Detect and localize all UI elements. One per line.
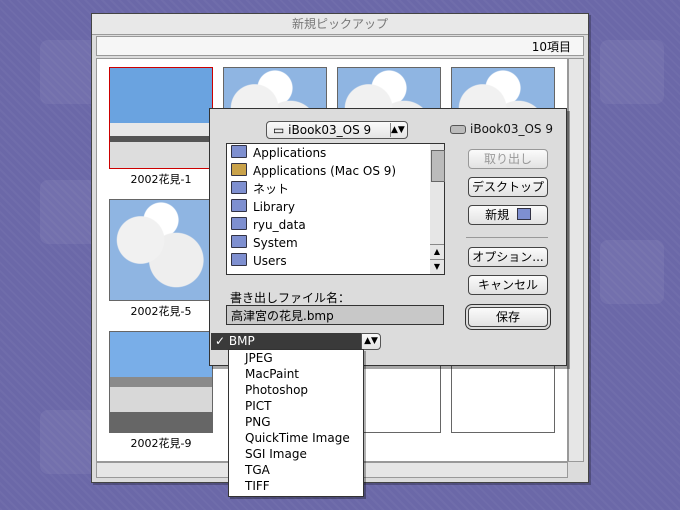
divider (466, 237, 548, 238)
save-button[interactable]: 保存 (468, 307, 548, 327)
file-list[interactable]: Applications Applications (Mac OS 9) ネット… (226, 143, 432, 275)
disk-icon (450, 125, 466, 134)
app-folder-icon (231, 163, 247, 176)
new-folder-label: 新規 (485, 208, 510, 222)
cancel-button[interactable]: キャンセル (468, 275, 548, 295)
format-selected-item[interactable]: ✓ BMP (211, 333, 361, 350)
folder-icon (231, 217, 247, 230)
list-item[interactable]: System (227, 234, 431, 252)
thumbnail-image[interactable] (451, 359, 555, 433)
thumbnail-item[interactable]: 2002花見-5 (109, 199, 213, 319)
new-folder-icon (516, 208, 531, 220)
filename-field[interactable]: 高津宮の花見.bmp (226, 305, 444, 325)
menu-item-sgi-image[interactable]: SGI Image (229, 446, 363, 462)
desktop-button[interactable]: デスクトップ (468, 177, 548, 197)
menu-item-quicktime-image[interactable]: QuickTime Image (229, 430, 363, 446)
save-dialog: ▭ iBook03_OS 9 ▲▼ iBook03_OS 9 Applicati… (209, 108, 567, 366)
thumbnail-caption: 2002花見-5 (130, 305, 192, 318)
scroll-up-icon[interactable]: ▲ (430, 244, 444, 259)
thumbnail-image[interactable] (109, 67, 213, 169)
scroll-down-icon[interactable]: ▼ (430, 259, 444, 274)
location-popup-label: iBook03_OS 9 (288, 123, 372, 137)
file-name: Applications (Mac OS 9) (253, 164, 397, 178)
menu-item-png[interactable]: PNG (229, 414, 363, 430)
folder-icon (231, 235, 247, 248)
filename-label: 書き出しファイル名： (230, 291, 351, 305)
file-list-scrollbar[interactable]: ▲ ▼ (430, 143, 445, 275)
volume-indicator: iBook03_OS 9 (450, 122, 553, 136)
popup-arrows-icon[interactable]: ▲▼ (361, 333, 381, 350)
desktop-pattern-mark (600, 240, 664, 304)
list-item[interactable]: Library (227, 198, 431, 216)
eject-button[interactable]: 取り出し (468, 149, 548, 169)
window-title[interactable]: 新規ピックアップ (92, 14, 588, 35)
list-item[interactable]: ネット (227, 180, 431, 198)
folder-icon (231, 199, 247, 212)
menu-item-pict[interactable]: PICT (229, 398, 363, 414)
item-count: 10項目 (531, 40, 571, 54)
menu-item-tiff[interactable]: TIFF (229, 478, 363, 494)
new-folder-button[interactable]: 新規 (468, 205, 548, 225)
file-name: System (253, 236, 298, 250)
menu-item-tga[interactable]: TGA (229, 462, 363, 478)
thumbnail-item[interactable] (451, 359, 555, 433)
disk-icon: ▭ (273, 123, 289, 137)
scroll-thumb[interactable] (431, 150, 445, 182)
folder-icon (231, 181, 247, 194)
folder-icon (231, 253, 247, 266)
popup-arrows-icon: ▲▼ (390, 123, 405, 137)
location-popup[interactable]: ▭ iBook03_OS 9 ▲▼ (266, 121, 408, 139)
file-name: ネット (253, 182, 290, 196)
file-name: Applications (253, 146, 327, 160)
thumbnail-item[interactable]: 2002花見-9 (109, 331, 213, 451)
thumbnail-item[interactable]: 2002花見-1 (109, 67, 213, 187)
thumbnail-image[interactable] (109, 331, 213, 433)
list-item[interactable]: ryu_data (227, 216, 431, 234)
menu-item-photoshop[interactable]: Photoshop (229, 382, 363, 398)
file-name: ryu_data (253, 218, 306, 232)
checkmark-icon: ✓ (215, 334, 226, 348)
file-name: Library (253, 200, 295, 214)
options-button[interactable]: オプション... (468, 247, 548, 267)
thumbnail-caption: 2002花見-1 (130, 173, 192, 186)
vertical-scrollbar[interactable] (568, 58, 584, 462)
desktop-pattern-mark (600, 40, 664, 104)
thumbnail-caption: 2002花見-9 (130, 437, 192, 450)
menu-item-macpaint[interactable]: MacPaint (229, 366, 363, 382)
folder-icon (231, 145, 247, 158)
file-name: Users (253, 254, 287, 268)
menu-item-jpeg[interactable]: JPEG (229, 350, 363, 366)
format-menu: JPEG MacPaint Photoshop PICT PNG QuickTi… (228, 349, 364, 497)
format-selected-label: BMP (228, 334, 255, 348)
list-item[interactable]: Applications (227, 144, 431, 162)
list-item[interactable]: Users (227, 252, 431, 270)
list-item[interactable]: Applications (Mac OS 9) (227, 162, 431, 180)
info-bar: 10項目 (96, 36, 584, 56)
volume-label: iBook03_OS 9 (470, 122, 553, 136)
thumbnail-image[interactable] (109, 199, 213, 301)
